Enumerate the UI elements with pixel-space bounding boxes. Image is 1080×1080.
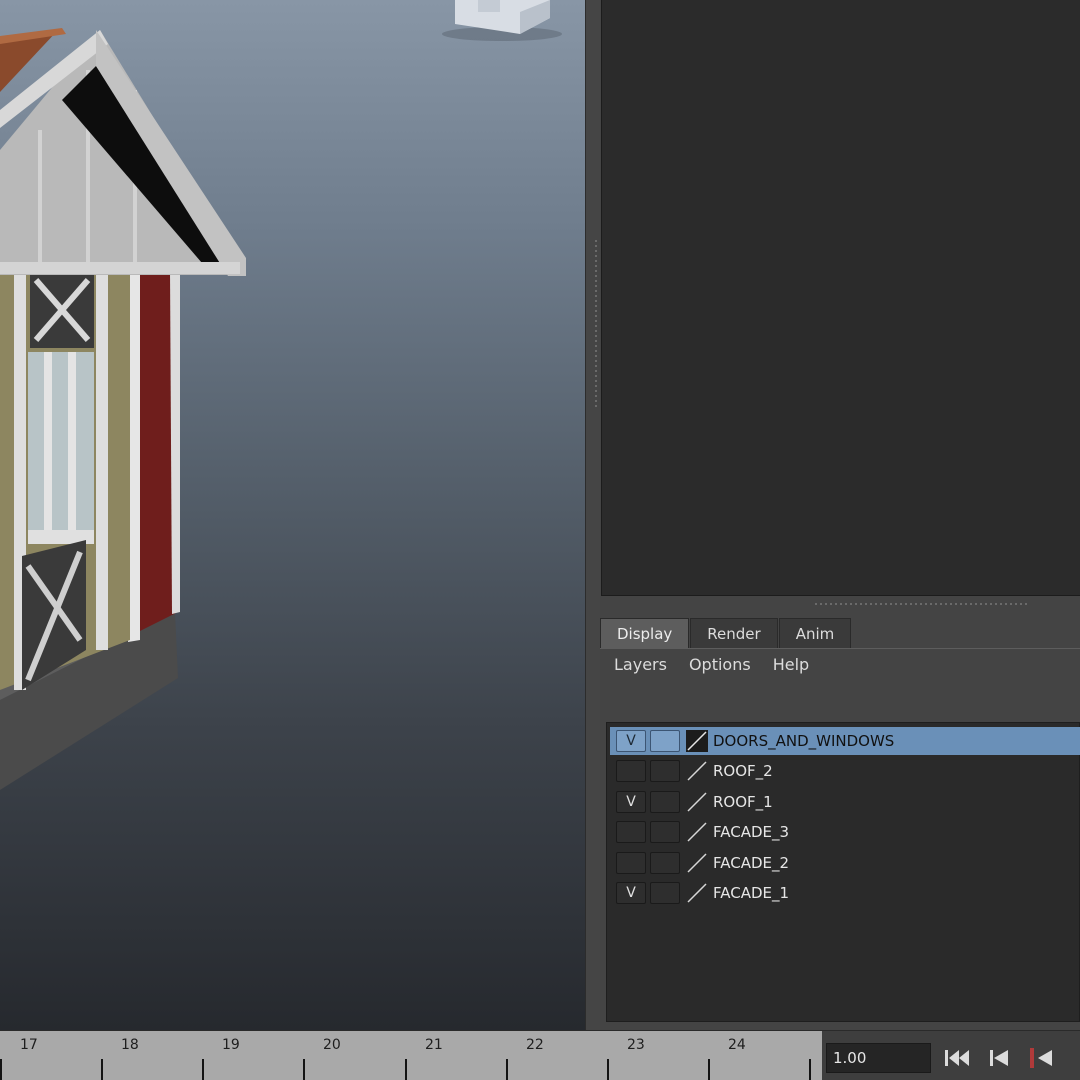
layer-editor-tabs: Display Render Anim: [600, 618, 852, 648]
layer-type-icon: [687, 853, 707, 873]
layer-visibility-toggle[interactable]: V: [616, 882, 646, 904]
layer-type-icon: [687, 792, 707, 812]
channel-box-panel: [601, 0, 1080, 596]
frame-label: 24: [728, 1037, 746, 1053]
layer-row-roof-1[interactable]: V ROOF_1: [610, 788, 1080, 816]
time-slider: 17 18 19 20 21 22 23 24 1.00: [0, 1030, 1080, 1080]
frame-label: 21: [425, 1037, 443, 1053]
layer-visibility-toggle[interactable]: [616, 852, 646, 874]
viewport-3d[interactable]: [0, 0, 585, 1030]
layer-editor-menu: Layers Options Help: [614, 654, 831, 676]
viewcube-icon[interactable]: [442, 0, 562, 41]
frame-label: 23: [627, 1037, 645, 1053]
frame-label: 22: [526, 1037, 544, 1053]
tab-display[interactable]: Display: [600, 618, 690, 648]
tick-major: [809, 1059, 811, 1080]
tab-anim[interactable]: Anim: [778, 618, 852, 648]
tick-major: [405, 1059, 407, 1080]
layer-playback-toggle[interactable]: [650, 821, 680, 843]
house-model: [0, 0, 562, 790]
layer-row-doors-and-windows[interactable]: V DOORS_AND_WINDOWS: [610, 727, 1080, 755]
tick-major: [101, 1059, 103, 1080]
layer-name[interactable]: DOORS_AND_WINDOWS: [713, 727, 894, 755]
layer-visibility-toggle[interactable]: [616, 760, 646, 782]
timeline-ruler[interactable]: 17 18 19 20 21 22 23 24: [0, 1031, 822, 1080]
layer-playback-toggle[interactable]: [650, 882, 680, 904]
layer-visibility-toggle[interactable]: V: [616, 730, 646, 752]
tick-major: [303, 1059, 305, 1080]
layer-editor: Display Render Anim Layers Options Help …: [600, 608, 1080, 1030]
layer-list[interactable]: V DOORS_AND_WINDOWS ROOF_2 V ROOF_1 FACA…: [606, 722, 1080, 1022]
layer-name[interactable]: ROOF_1: [713, 788, 773, 816]
app-window: Display Render Anim Layers Options Help …: [0, 0, 1080, 1080]
layer-row-facade-3[interactable]: FACADE_3: [610, 818, 1080, 846]
tick-major: [0, 1059, 2, 1080]
tick-major: [708, 1059, 710, 1080]
layer-name[interactable]: FACADE_1: [713, 879, 789, 907]
pane-resize-grip-vertical[interactable]: [595, 240, 597, 410]
frame-label: 18: [121, 1037, 139, 1053]
layer-row-facade-2[interactable]: FACADE_2: [610, 849, 1080, 877]
menu-options[interactable]: Options: [689, 654, 751, 676]
layer-row-roof-2[interactable]: ROOF_2: [610, 757, 1080, 785]
go-to-start-icon[interactable]: [942, 1045, 972, 1071]
tab-underline: [600, 648, 1080, 649]
viewport-divider[interactable]: [585, 0, 600, 1030]
menu-layers[interactable]: Layers: [614, 654, 667, 676]
frame-label: 19: [222, 1037, 240, 1053]
step-back-key-icon[interactable]: [984, 1045, 1014, 1071]
menu-help[interactable]: Help: [773, 654, 809, 676]
layer-name[interactable]: FACADE_3: [713, 818, 789, 846]
tick-major: [506, 1059, 508, 1080]
layer-playback-toggle[interactable]: [650, 760, 680, 782]
tab-render[interactable]: Render: [690, 618, 778, 648]
layer-visibility-toggle[interactable]: [616, 821, 646, 843]
layer-name[interactable]: FACADE_2: [713, 849, 789, 877]
layer-type-icon: [687, 883, 707, 903]
layer-playback-toggle[interactable]: [650, 852, 680, 874]
frame-label: 17: [20, 1037, 38, 1053]
step-back-frame-icon[interactable]: [1026, 1045, 1056, 1071]
layer-type-icon: [687, 761, 707, 781]
layer-name[interactable]: ROOF_2: [713, 757, 773, 785]
tick-major: [607, 1059, 609, 1080]
layer-row-facade-1[interactable]: V FACADE_1: [610, 879, 1080, 907]
layer-type-icon: [687, 822, 707, 842]
layer-type-icon: [686, 730, 708, 752]
current-frame-field[interactable]: 1.00: [826, 1043, 931, 1073]
frame-label: 20: [323, 1037, 341, 1053]
pane-resize-grip-horizontal[interactable]: [815, 603, 1030, 605]
tick-major: [202, 1059, 204, 1080]
layer-playback-toggle[interactable]: [650, 791, 680, 813]
layer-visibility-toggle[interactable]: V: [616, 791, 646, 813]
layer-playback-toggle[interactable]: [650, 730, 680, 752]
